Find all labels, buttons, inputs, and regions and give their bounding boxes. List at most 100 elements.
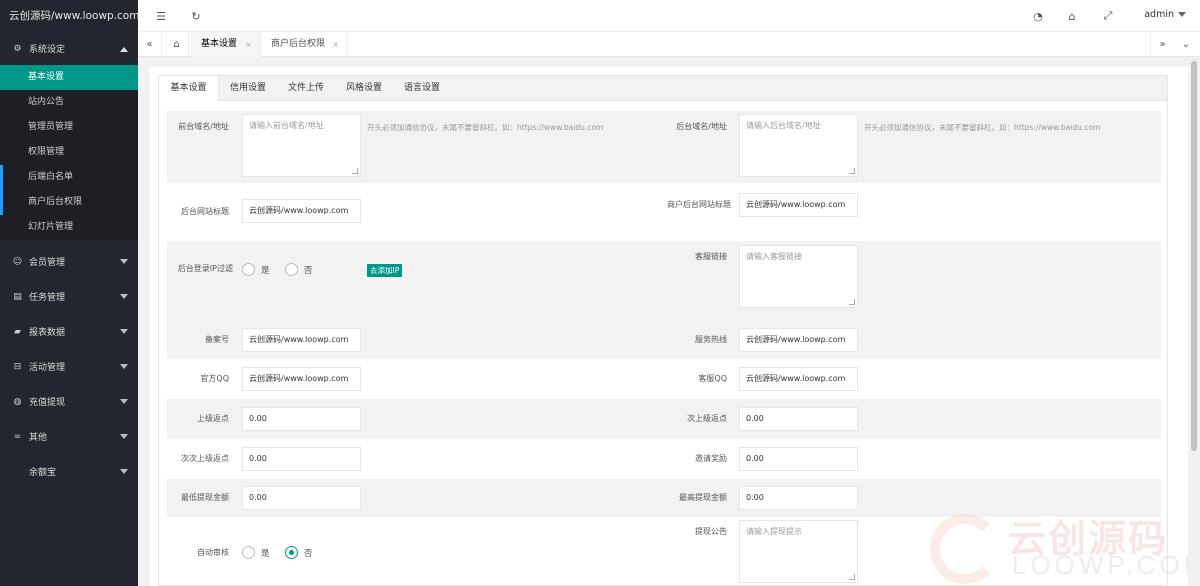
site-title-label: 后台网站标题 xyxy=(181,207,229,216)
chevron-down-icon[interactable]: ⌄ xyxy=(1174,32,1198,57)
close-icon[interactable]: × xyxy=(332,32,339,57)
tag-icon[interactable]: ⌂ xyxy=(1065,9,1079,23)
tab-label: 商户后台权限 xyxy=(271,39,326,49)
merchant-title-input[interactable]: 云创源码/www.loowp.com xyxy=(739,193,858,217)
invite-reward-label: 邀请奖励 xyxy=(695,454,727,463)
form-row: 后台登录IP过滤 是 否 去添加IP 客服链接 请输入客服链接 xyxy=(167,241,1161,321)
menu-group-system[interactable]: ⚙ 系统设定 xyxy=(0,32,138,65)
submenu-system: 基本设置 站内公告 管理员管理 权限管理 后端白名单 商户后台权限 幻灯片管理 xyxy=(0,65,138,240)
refresh-icon[interactable]: ↻ xyxy=(189,9,203,23)
radio-label: 否 xyxy=(304,548,313,559)
min-withdraw-input[interactable]: 0.00 xyxy=(242,486,361,510)
tab-label: 基本设置 xyxy=(201,39,238,49)
users-icon: ☺ xyxy=(12,256,23,267)
menu-group-label: 其他 xyxy=(29,433,48,443)
tab-merchant-permissions[interactable]: 商户后台权限 × xyxy=(261,32,348,57)
car-icon: ⊟ xyxy=(13,361,22,372)
menu-group-activities[interactable]: ⊟ 活动管理 xyxy=(0,349,138,384)
record-input[interactable]: 云创源码/www.loowp.com xyxy=(242,328,361,352)
site-title-input[interactable]: 云创源码/www.loowp.com xyxy=(242,199,361,223)
close-icon[interactable]: × xyxy=(245,32,252,57)
max-withdraw-input[interactable]: 0.00 xyxy=(739,486,858,510)
menu-group-members[interactable]: ☺ 会员管理 xyxy=(0,244,138,279)
max-withdraw-label: 最高提现金额 xyxy=(679,493,727,502)
tab-basic-settings[interactable]: 基本设置 × xyxy=(191,32,261,57)
front-domain-textarea[interactable]: 请输入前台域名/地址 xyxy=(242,114,361,177)
sidebar-item-permissions[interactable]: 权限管理 xyxy=(0,140,138,165)
service-qq-label: 客服QQ xyxy=(698,374,727,383)
sidebar-item-announcements[interactable]: 站内公告 xyxy=(0,90,138,115)
tab-credit[interactable]: 信用设置 xyxy=(219,76,277,101)
panel-tabs: 基本设置 信用设置 文件上传 风格设置 语言设置 xyxy=(159,76,1167,102)
hotline-input[interactable]: 云创源码/www.loowp.com xyxy=(739,328,858,352)
menu-group-label: 充值提现 xyxy=(29,398,66,408)
front-domain-label: 前台域名/地址 xyxy=(178,122,229,131)
service-link-label: 客服链接 xyxy=(695,252,727,261)
chevron-up-icon xyxy=(120,47,128,52)
form-row: 官方QQ 云创源码/www.loowp.com 客服QQ 云创源码/www.lo… xyxy=(167,359,1161,399)
qq-input[interactable]: 云创源码/www.loowp.com xyxy=(242,367,361,391)
menu-group-yuebao[interactable]: 余额宝 xyxy=(0,454,138,489)
add-ip-button[interactable]: 去添加IP xyxy=(367,264,403,277)
radio-circle-checked xyxy=(285,546,298,559)
min-withdraw-label: 最低提现金额 xyxy=(181,493,229,502)
user-menu[interactable]: admin xyxy=(1144,9,1186,20)
sidebar-item-merchant-permissions[interactable]: 商户后台权限 xyxy=(0,190,138,215)
back-domain-textarea[interactable]: 请输入后台域名/地址 xyxy=(739,114,858,177)
ip-filter-label: 后台登录IP过滤 xyxy=(177,264,233,273)
form-row: 次次上级返点 0.00 邀请奖励 0.00 xyxy=(167,439,1161,479)
radio-circle xyxy=(242,546,255,559)
tabs-scroll-right-icon[interactable]: » xyxy=(1150,32,1174,57)
chevron-down-icon xyxy=(120,294,128,299)
back-domain-hint: 开头必须加通信协议，末尾不要留斜杠。如：https://www.baidu.co… xyxy=(864,123,1101,132)
tab-upload[interactable]: 文件上传 xyxy=(277,76,335,101)
fullscreen-icon[interactable]: ⤢ xyxy=(1101,9,1115,23)
watermark-subtitle: LOOWP.COM xyxy=(1012,550,1200,580)
upper-rebate-input[interactable]: 0.00 xyxy=(242,407,361,431)
username: admin xyxy=(1144,9,1174,20)
upper-rebate-label: 上级返点 xyxy=(197,414,229,423)
page-scrollbar[interactable] xyxy=(1188,57,1200,586)
menu-group-label: 会员管理 xyxy=(29,258,66,268)
menu-group-label: 任务管理 xyxy=(29,293,66,303)
menu-toggle-icon[interactable]: ☰ xyxy=(154,9,168,23)
third-rebate-input[interactable]: 0.00 xyxy=(242,447,361,471)
menu-group-recharge[interactable]: ◍ 充值提现 xyxy=(0,384,138,419)
auto-review-yes-radio[interactable]: 是 xyxy=(242,546,270,559)
form-row: 前台域名/地址 请输入前台域名/地址 开头必须加通信协议，末尾不要留斜杠。如：h… xyxy=(167,111,1161,183)
radio-label: 否 xyxy=(304,265,313,276)
radio-circle xyxy=(285,263,298,276)
tabs-scroll-left-icon[interactable]: « xyxy=(138,32,162,57)
menu-group-label: 报表数据 xyxy=(29,328,66,338)
sidebar-item-slides[interactable]: 幻灯片管理 xyxy=(0,215,138,240)
ip-filter-no-radio[interactable]: 否 xyxy=(285,263,313,276)
tab-style[interactable]: 风格设置 xyxy=(335,76,393,101)
withdraw-notice-textarea[interactable]: 请输入提现提示 xyxy=(739,520,858,583)
scrollbar-thumb[interactable] xyxy=(1191,61,1197,451)
menu-group-tasks[interactable]: ▤ 任务管理 xyxy=(0,279,138,314)
menu-group-label: 系统设定 xyxy=(29,45,66,55)
chevron-down-icon xyxy=(120,329,128,334)
invite-reward-input[interactable]: 0.00 xyxy=(739,447,858,471)
caret-down-icon xyxy=(1178,12,1186,17)
hotline-label: 服务热线 xyxy=(695,335,727,344)
link-icon: ∞ xyxy=(13,431,22,442)
ip-filter-yes-radio[interactable]: 是 xyxy=(242,263,270,276)
tab-basic[interactable]: 基本设置 xyxy=(159,76,219,102)
form-row: 上级返点 0.00 次上级返点 0.00 xyxy=(167,399,1161,439)
menu-group-other[interactable]: ∞ 其他 xyxy=(0,419,138,454)
home-icon[interactable]: ⌂ xyxy=(165,32,189,57)
sidebar-item-admins[interactable]: 管理员管理 xyxy=(0,115,138,140)
sidebar-item-whitelist[interactable]: 后端白名单 xyxy=(0,165,138,190)
service-link-textarea[interactable]: 请输入客服链接 xyxy=(739,245,858,308)
sidebar: 云创源码/www.loowp.com ⚙ 系统设定 基本设置 站内公告 管理员管… xyxy=(0,0,138,586)
theme-icon[interactable]: ◔ xyxy=(1031,9,1045,23)
second-rebate-input[interactable]: 0.00 xyxy=(739,407,858,431)
chevron-down-icon xyxy=(120,259,128,264)
service-qq-input[interactable]: 云创源码/www.loowp.com xyxy=(739,367,858,391)
chevron-down-icon xyxy=(120,399,128,404)
tab-language[interactable]: 语言设置 xyxy=(393,76,451,101)
auto-review-no-radio[interactable]: 否 xyxy=(285,546,313,559)
menu-group-reports[interactable]: ▰ 报表数据 xyxy=(0,314,138,349)
sidebar-item-basic-settings[interactable]: 基本设置 xyxy=(0,65,138,90)
